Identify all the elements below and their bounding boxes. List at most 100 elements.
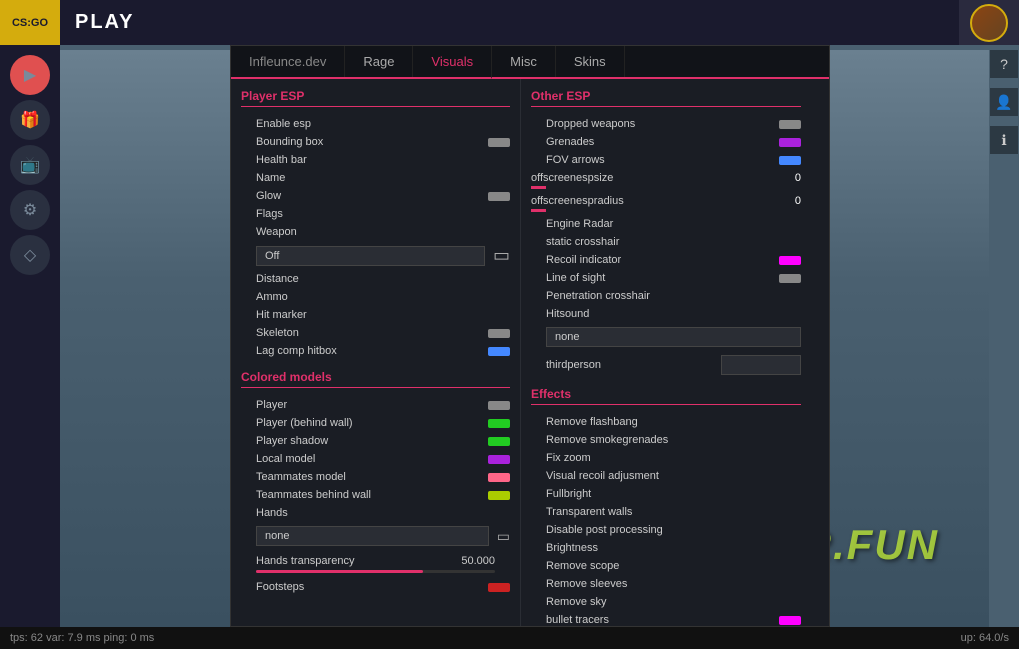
option-health-bar[interactable]: Health bar (241, 151, 510, 169)
sidebar-gift-icon[interactable]: 🎁 (10, 100, 50, 140)
hands-transparency-section: Hands transparency 50.000 (241, 550, 510, 578)
option-flags[interactable]: Flags (241, 205, 510, 223)
option-visual-recoil[interactable]: Visual recoil adjusment (531, 467, 801, 485)
option-weapon[interactable]: Weapon (241, 223, 510, 241)
weapon-label: Weapon (256, 226, 510, 238)
tab-misc[interactable]: Misc (492, 46, 556, 77)
thirdperson-select[interactable] (721, 355, 801, 375)
profile-icon[interactable]: 👤 (990, 88, 1018, 116)
option-player-shadow[interactable]: Player shadow (241, 432, 510, 450)
hands-label: Hands (256, 507, 510, 519)
fullbright-label: Fullbright (546, 488, 801, 500)
tab-skins[interactable]: Skins (556, 46, 625, 77)
glow-color[interactable] (488, 192, 510, 201)
content-area: Player ESP Enable esp Bounding box Healt… (231, 79, 829, 626)
option-remove-flashbang[interactable]: Remove flashbang (531, 413, 801, 431)
teammates-model-color[interactable] (488, 473, 510, 482)
option-lag-comp[interactable]: Lag comp hitbox (241, 342, 510, 360)
option-glow[interactable]: Glow (241, 187, 510, 205)
fov-arrows-color[interactable] (779, 156, 801, 165)
sidebar-settings-icon[interactable]: ⚙ (10, 190, 50, 230)
option-static-crosshair[interactable]: static crosshair (531, 233, 801, 251)
option-brightness[interactable]: Brightness (531, 539, 801, 557)
option-footsteps[interactable]: Footsteps (241, 578, 510, 596)
other-esp-title: Other ESP (531, 89, 801, 107)
hitsound-dropdown-row[interactable]: none (531, 323, 801, 351)
play-title: PLAY (75, 11, 135, 34)
option-disable-post-processing[interactable]: Disable post processing (531, 521, 801, 539)
option-recoil-indicator[interactable]: Recoil indicator (531, 251, 801, 269)
option-hit-marker[interactable]: Hit marker (241, 306, 510, 324)
question-icon[interactable]: ? (990, 50, 1018, 78)
option-player[interactable]: Player (241, 396, 510, 414)
option-bounding-box[interactable]: Bounding box (241, 133, 510, 151)
player-color[interactable] (488, 401, 510, 410)
thirdperson-row[interactable]: thirdperson (531, 351, 801, 379)
sidebar-tv-icon[interactable]: 📺 (10, 145, 50, 185)
hands-transparency-value: 50.000 (461, 555, 495, 567)
option-line-of-sight[interactable]: Line of sight (531, 269, 801, 287)
left-column: Player ESP Enable esp Bounding box Healt… (231, 79, 521, 626)
grenades-color[interactable] (779, 138, 801, 147)
option-transparent-walls[interactable]: Transparent walls (531, 503, 801, 521)
option-engine-radar[interactable]: Engine Radar (531, 215, 801, 233)
option-hands[interactable]: Hands (241, 504, 510, 522)
option-ammo[interactable]: Ammo (241, 288, 510, 306)
option-remove-smokegrenades[interactable]: Remove smokegrenades (531, 431, 801, 449)
lag-comp-color[interactable] (488, 347, 510, 356)
bounding-box-label: Bounding box (256, 136, 483, 148)
teammates-behind-wall-color[interactable] (488, 491, 510, 500)
option-skeleton[interactable]: Skeleton (241, 324, 510, 342)
option-distance[interactable]: Distance (241, 270, 510, 288)
recoil-indicator-color[interactable] (779, 256, 801, 265)
tab-infleunce[interactable]: Infleunce.dev (231, 46, 345, 77)
option-local-model[interactable]: Local model (241, 450, 510, 468)
hands-transparency-slider[interactable] (256, 570, 495, 573)
grenades-label: Grenades (546, 136, 774, 148)
player-behind-wall-color[interactable] (488, 419, 510, 428)
hit-marker-label: Hit marker (256, 309, 510, 321)
bounding-box-color[interactable] (488, 138, 510, 147)
weapon-dropdown-row[interactable]: Off ▭ (241, 241, 510, 270)
player-shadow-color[interactable] (488, 437, 510, 446)
option-teammates-behind-wall[interactable]: Teammates behind wall (241, 486, 510, 504)
offscreenespradius-indicator (531, 209, 546, 212)
tab-rage[interactable]: Rage (345, 46, 413, 77)
line-of-sight-color[interactable] (779, 274, 801, 283)
option-name[interactable]: Name (241, 169, 510, 187)
sidebar-diamond-icon[interactable]: ◇ (10, 235, 50, 275)
tab-visuals[interactable]: Visuals (413, 46, 492, 79)
option-remove-sky[interactable]: Remove sky (531, 593, 801, 611)
option-fix-zoom[interactable]: Fix zoom (531, 449, 801, 467)
option-teammates-model[interactable]: Teammates model (241, 468, 510, 486)
option-penetration-crosshair[interactable]: Penetration crosshair (531, 287, 801, 305)
option-fullbright[interactable]: Fullbright (531, 485, 801, 503)
teammates-behind-wall-label: Teammates behind wall (256, 489, 483, 501)
sidebar-play-icon[interactable]: ▶ (10, 55, 50, 95)
option-remove-scope[interactable]: Remove scope (531, 557, 801, 575)
info-icon[interactable]: ℹ (990, 126, 1018, 154)
left-sidebar: ▶ 🎁 📺 ⚙ ◇ (0, 45, 60, 649)
option-hitsound[interactable]: Hitsound (531, 305, 801, 323)
dropped-weapons-color[interactable] (779, 120, 801, 129)
option-grenades[interactable]: Grenades (531, 133, 801, 151)
offscreenespsize-row: offscreenespsize 0 (531, 169, 801, 192)
option-dropped-weapons[interactable]: Dropped weapons (531, 115, 801, 133)
hitsound-dropdown-select[interactable]: none (546, 327, 801, 347)
health-bar-label: Health bar (256, 154, 510, 166)
option-bullet-tracers[interactable]: bullet tracers (531, 611, 801, 626)
skeleton-color[interactable] (488, 329, 510, 338)
bullet-tracers-color[interactable] (779, 616, 801, 625)
hands-dropdown-select[interactable]: none (256, 526, 489, 546)
lag-comp-label: Lag comp hitbox (256, 345, 483, 357)
hands-dropdown-row[interactable]: none ▭ (241, 522, 510, 550)
option-fov-arrows[interactable]: FOV arrows (531, 151, 801, 169)
ammo-label: Ammo (256, 291, 510, 303)
option-remove-sleeves[interactable]: Remove sleeves (531, 575, 801, 593)
option-enable-esp[interactable]: Enable esp (241, 115, 510, 133)
weapon-dropdown-select[interactable]: Off (256, 246, 485, 266)
local-model-color[interactable] (488, 455, 510, 464)
footsteps-color[interactable] (488, 583, 510, 592)
option-player-behind-wall[interactable]: Player (behind wall) (241, 414, 510, 432)
offscreenespradius-value: 0 (795, 195, 801, 207)
